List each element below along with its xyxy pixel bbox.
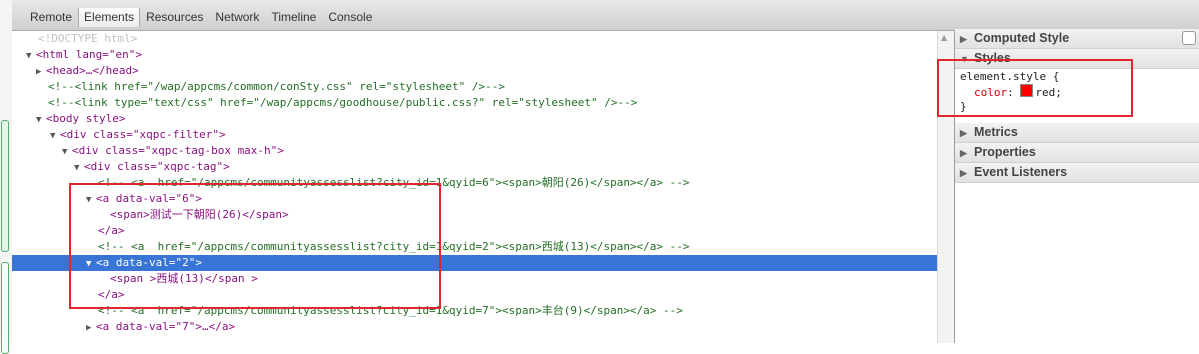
expand-right-icon: ▶ (960, 148, 967, 158)
dom-line[interactable]: ▼ <div class="xqpc-filter"> (12, 127, 937, 143)
expand-down-icon: ▼ (960, 54, 969, 64)
section-computed-style[interactable]: ▶ Computed Style (955, 29, 1199, 49)
dom-line[interactable]: ▼ <div class="xqpc-tag"> (12, 159, 937, 175)
css-property[interactable]: color (974, 86, 1007, 99)
comment-line: <!-- <a href="/appcms/communityassesslis… (98, 240, 690, 253)
css-value[interactable]: red; (1035, 86, 1062, 99)
section-label: Event Listeners (974, 165, 1068, 179)
styles-sidebar: ▶ Computed Style ▼ Styles element.style { … (937, 29, 1199, 343)
dom-line[interactable]: <span>测试一下朝阳(26)</span> (12, 207, 937, 223)
tab-remote[interactable]: Remote (24, 8, 78, 27)
toolbar: Remote Elements Resources Network Timeli… (12, 0, 1199, 31)
body-tag: <body style> (46, 112, 126, 125)
tab-console[interactable]: Console (322, 8, 378, 27)
section-label: Properties (974, 145, 1036, 159)
dom-line[interactable]: <!DOCTYPE html> (12, 31, 937, 47)
expand-down-icon[interactable]: ▼ (86, 256, 96, 272)
style-rule-close: } (960, 100, 967, 113)
scroll-up-icon[interactable]: ▲ (941, 33, 947, 42)
expand-right-icon: ▶ (960, 128, 967, 138)
dom-scrollbar[interactable]: ▲ (937, 31, 954, 343)
gutter-marker (1, 262, 9, 354)
head-tag: <head>…</head> (46, 64, 139, 77)
a-tag: <a data-val="6"> (96, 192, 202, 205)
expand-right-icon: ▶ (960, 34, 967, 44)
a-close-tag: </a> (98, 224, 125, 237)
style-rule-declaration[interactable]: color: red; (974, 84, 1062, 100)
dom-line[interactable]: <!-- <a href="/appcms/communityassesslis… (12, 239, 937, 255)
comment-line: <!--<link type="text/css" href="/wap/app… (48, 96, 638, 109)
gutter-marker (1, 120, 9, 252)
section-label: Styles (974, 51, 1011, 65)
expand-right-icon: ▶ (960, 168, 967, 178)
section-properties[interactable]: ▶ Properties (955, 143, 1199, 163)
expand-down-icon[interactable]: ▼ (86, 192, 96, 208)
doctype: <!DOCTYPE html> (38, 32, 138, 45)
dom-line[interactable]: ▼ <html lang="en"> (12, 47, 937, 63)
colon: : (1007, 86, 1021, 99)
comment-line: <!-- <a href="/appcms/communityassesslis… (98, 176, 690, 189)
dom-line[interactable]: ▶ <head>…</head> (12, 63, 937, 79)
tab-resources[interactable]: Resources (140, 8, 209, 27)
div-tag: <div class="xqpc-tag-box max-h"> (72, 144, 284, 157)
a-tag: <a data-val="2"> (96, 256, 202, 269)
a-tag: <a data-val="7">…</a> (96, 320, 236, 333)
dom-line[interactable]: <!--<link type="text/css" href="/wap/app… (12, 95, 937, 111)
expand-right-icon[interactable]: ▶ (36, 64, 46, 80)
expand-right-icon[interactable]: ▶ (86, 320, 96, 336)
section-styles[interactable]: ▼ Styles (955, 49, 1199, 69)
dom-line[interactable]: <span >西城(13)</span > (12, 271, 937, 287)
span-tag: <span >西城(13)</span > (110, 272, 258, 285)
comment-line: <!-- <a href="/appcms/communityassesslis… (98, 304, 683, 317)
a-close-tag: </a> (98, 288, 125, 301)
dom-line[interactable]: <!-- <a href="/appcms/communityassesslis… (12, 303, 937, 319)
dom-line[interactable]: ▼ <a data-val="6"> (12, 191, 937, 207)
expand-down-icon[interactable]: ▼ (50, 128, 60, 144)
dom-line[interactable]: <!-- <a href="/appcms/communityassesslis… (12, 175, 937, 191)
div-tag: <div class="xqpc-filter"> (60, 128, 226, 141)
elements-dom-tree[interactable]: <!DOCTYPE html> ▼ <html lang="en"> ▶ <head… (12, 31, 937, 343)
dom-line[interactable]: ▼ <body style> (12, 111, 937, 127)
dom-line-selected[interactable]: ▼ <a data-val="2"> (12, 255, 937, 271)
div-tag: <div class="xqpc-tag"> (84, 160, 230, 173)
dom-line[interactable]: <!--<link href="/wap/appcms/common/conSt… (12, 79, 937, 95)
expand-down-icon[interactable]: ▼ (74, 160, 84, 176)
checkbox[interactable] (1182, 31, 1196, 45)
expand-down-icon[interactable]: ▼ (36, 112, 46, 128)
color-swatch[interactable] (1020, 84, 1034, 97)
dom-line[interactable]: ▶ <a data-val="7">…</a> (12, 319, 937, 335)
style-rule-selector: element.style { (960, 70, 1060, 83)
dom-line[interactable]: </a> (12, 223, 937, 239)
section-label: Metrics (974, 125, 1018, 139)
tab-elements[interactable]: Elements (78, 8, 141, 27)
section-label: Computed Style (974, 31, 1070, 45)
dom-line[interactable]: ▼ <div class="xqpc-tag-box max-h"> (12, 143, 937, 159)
tab-network[interactable]: Network (209, 8, 265, 27)
span-tag: <span>测试一下朝阳(26)</span> (110, 208, 289, 221)
section-event-listeners[interactable]: ▶ Event Listeners (955, 163, 1199, 183)
expand-down-icon[interactable]: ▼ (62, 144, 72, 160)
panel-tabs: Remote Elements Resources Network Timeli… (24, 8, 378, 27)
expand-down-icon[interactable]: ▼ (26, 48, 36, 64)
html-tag: <html lang="en"> (36, 48, 142, 61)
dom-line[interactable]: </a> (12, 287, 937, 303)
comment-line: <!--<link href="/wap/appcms/common/conSt… (48, 80, 505, 93)
section-metrics[interactable]: ▶ Metrics (955, 123, 1199, 143)
tab-timeline[interactable]: Timeline (265, 8, 322, 27)
